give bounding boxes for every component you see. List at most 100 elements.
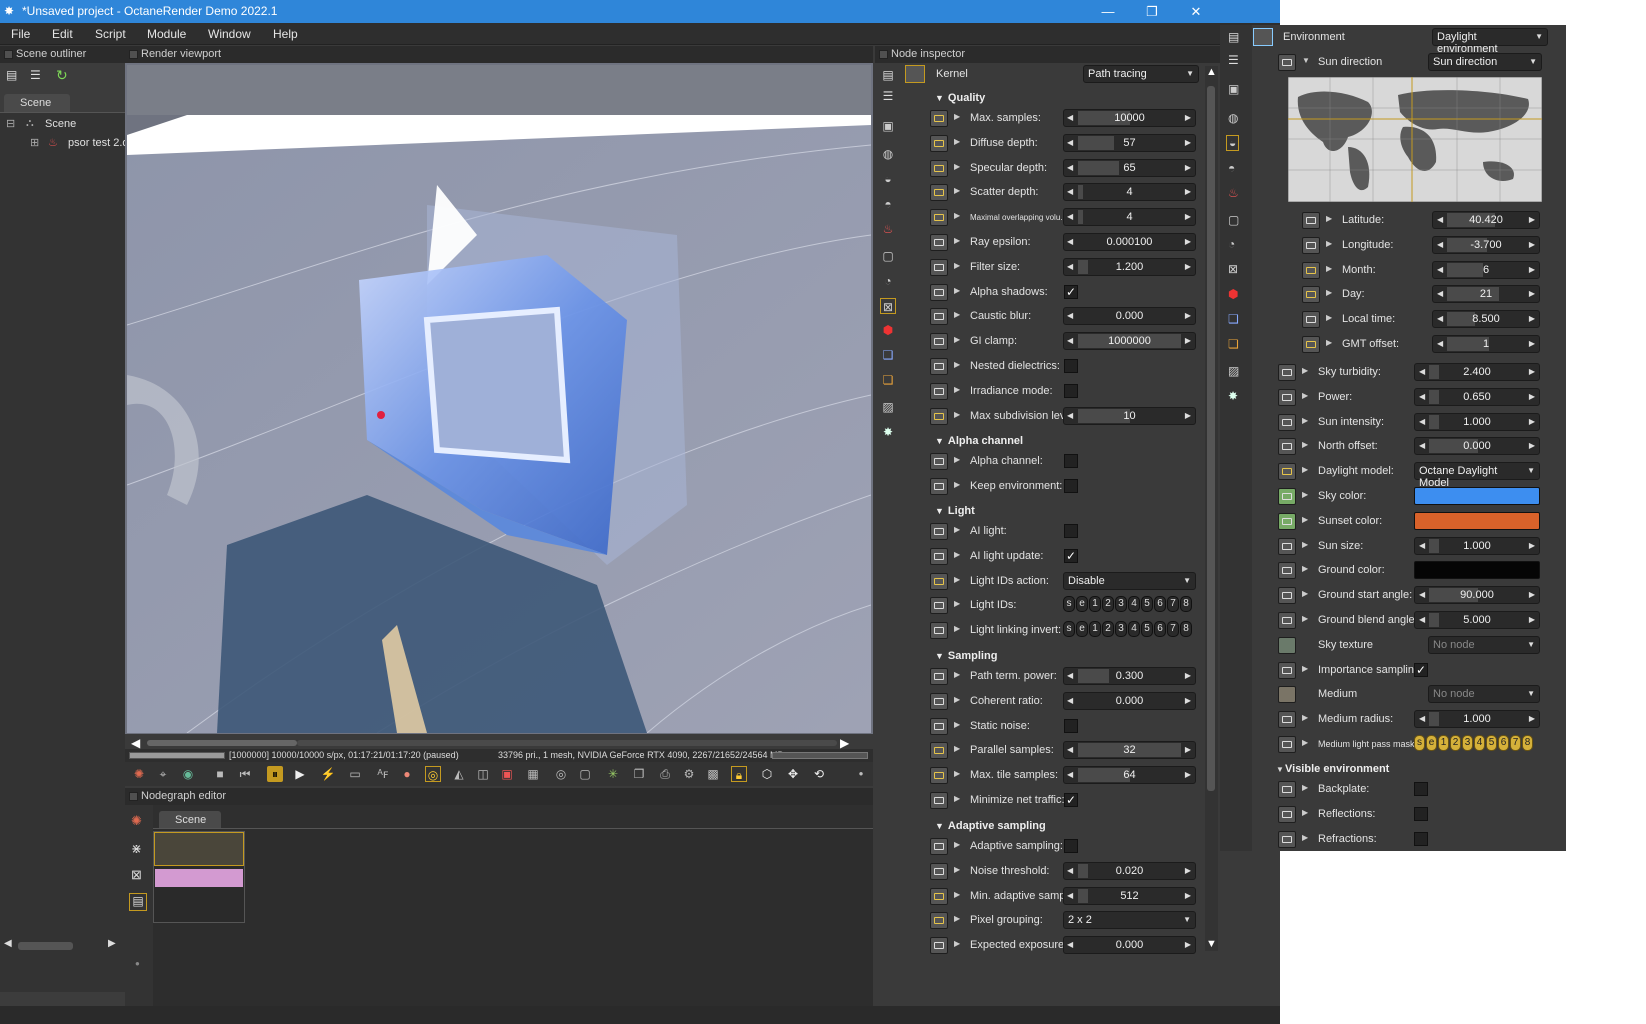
light-pass-toggle[interactable]: 3 xyxy=(1462,735,1473,751)
pin-icon[interactable] xyxy=(930,668,948,685)
clay-icon[interactable]: ▣ xyxy=(499,766,515,782)
pin-icon[interactable] xyxy=(930,453,948,470)
environment-type-dropdown[interactable]: Daylight environment ▼ xyxy=(1432,28,1548,55)
grid-icon[interactable]: ▩ xyxy=(705,766,721,782)
expand-arrow-icon[interactable]: ▶ xyxy=(954,112,960,121)
pin-icon[interactable] xyxy=(1278,537,1296,555)
env-geometry-icon[interactable]: ♨ xyxy=(1228,186,1239,200)
expand-arrow-icon[interactable]: ▶ xyxy=(954,744,960,753)
env-imager-icon[interactable]: ▨ xyxy=(1228,364,1239,378)
pin-icon[interactable] xyxy=(930,358,948,375)
layers-node-icon[interactable]: ❏ xyxy=(880,372,896,388)
pin-icon[interactable] xyxy=(1302,311,1320,329)
pin-icon[interactable] xyxy=(930,283,948,301)
nodegraph-canvas[interactable] xyxy=(153,828,873,1006)
expand-arrow-icon[interactable]: ▶ xyxy=(954,211,960,220)
light-pass-toggle[interactable]: 7 xyxy=(1510,735,1521,751)
render-image[interactable] xyxy=(127,65,871,733)
expand-arrow-icon[interactable]: ▶ xyxy=(954,575,960,584)
pin-icon[interactable] xyxy=(930,382,948,400)
value-field[interactable]: ◀ 21 ▶ xyxy=(1432,285,1540,304)
env-kernel-icon[interactable]: ⊠ xyxy=(1228,262,1238,276)
pin-icon[interactable] xyxy=(930,622,948,640)
tab-scene[interactable]: Scene xyxy=(4,94,70,112)
expand-arrow-icon[interactable]: ▶ xyxy=(1302,713,1308,722)
expand-arrow-icon[interactable]: ▶ xyxy=(954,695,960,704)
section-2-title[interactable]: ▼ Light xyxy=(935,505,975,517)
camera-node-icon[interactable]: ◍ xyxy=(880,146,896,162)
collapse-all-icon[interactable]: ☰ xyxy=(880,88,896,104)
material-picker-icon[interactable]: ◉ xyxy=(180,766,196,782)
expand-arrow-icon[interactable]: ▶ xyxy=(1302,490,1308,499)
expand-arrow-icon[interactable]: ▶ xyxy=(954,794,960,803)
value-field[interactable]: ◀ 0.650 ▶ xyxy=(1414,387,1540,406)
expand-arrow-icon[interactable]: ▶ xyxy=(1302,366,1308,375)
maximize-button[interactable]: ❐ xyxy=(1132,1,1172,22)
pin-icon[interactable] xyxy=(1278,587,1296,605)
pin-icon[interactable] xyxy=(1278,636,1296,654)
env-visible-icon[interactable]: ◓ xyxy=(1228,161,1235,175)
pin-icon[interactable] xyxy=(1278,711,1296,729)
expand-arrow-icon[interactable]: ▶ xyxy=(954,335,960,344)
film-node-icon[interactable]: ▢ xyxy=(880,248,896,264)
light-id-toggle[interactable]: 1 xyxy=(1089,621,1101,638)
image-node-icon[interactable]: ▣ xyxy=(880,118,896,134)
checkbox[interactable] xyxy=(1414,782,1428,796)
sparkle-icon[interactable]: ✳ xyxy=(605,766,621,782)
pin-icon[interactable] xyxy=(1302,236,1320,254)
sun-direction-dropdown[interactable]: Sun direction ▼ xyxy=(1428,53,1542,71)
pin-icon[interactable] xyxy=(930,597,948,615)
light-pass-toggle[interactable]: s xyxy=(1414,735,1425,751)
copy-icon[interactable]: ❐ xyxy=(631,766,647,782)
light-id-toggle[interactable]: 1 xyxy=(1089,596,1101,613)
sun-direction-pin-icon[interactable] xyxy=(1278,54,1296,71)
record-icon[interactable]: ● xyxy=(853,766,869,782)
expand-arrow-icon[interactable]: ▶ xyxy=(954,360,960,369)
value-field[interactable]: ◀ 0.000 ▶ xyxy=(1063,936,1196,955)
animation-node-icon[interactable]: ◔ xyxy=(880,273,896,289)
value-field[interactable]: ◀ 0.000 ▶ xyxy=(1414,437,1540,456)
pin-icon[interactable] xyxy=(930,407,948,425)
light-pass-toggle[interactable]: 6 xyxy=(1498,735,1509,751)
film-icon[interactable]: ▦ xyxy=(525,766,541,782)
env-material-icon[interactable]: ⬢ xyxy=(1228,287,1238,301)
pin-icon[interactable] xyxy=(930,572,948,590)
checkbox[interactable] xyxy=(1064,524,1078,538)
value-field[interactable]: ◀ 0.000 ▶ xyxy=(1063,691,1196,710)
pin-icon[interactable] xyxy=(930,333,948,351)
aperture-icon[interactable]: ◫ xyxy=(475,766,491,782)
pin-icon[interactable] xyxy=(1278,781,1296,798)
value-field[interactable]: ◀ 1000000 ▶ xyxy=(1063,332,1196,351)
env-animation-icon[interactable]: ◔ xyxy=(1228,237,1235,251)
env-expand-icon[interactable]: ▤ xyxy=(1228,30,1239,44)
pin-icon[interactable] xyxy=(1278,364,1296,381)
light-id-toggle[interactable]: 6 xyxy=(1154,596,1166,613)
section-3-title[interactable]: ▼ Sampling xyxy=(935,650,997,662)
light-id-toggle[interactable]: 5 xyxy=(1141,596,1153,613)
light-pass-toggle[interactable]: 1 xyxy=(1438,735,1449,751)
expand-arrow-icon[interactable]: ▶ xyxy=(954,769,960,778)
value-field[interactable]: ◀ 1.000 ▶ xyxy=(1414,536,1540,555)
checkbox[interactable] xyxy=(1064,839,1078,853)
nodegraph-tab-scene[interactable]: Scene xyxy=(159,811,221,828)
env-environment-icon[interactable]: ◒ xyxy=(1226,135,1240,151)
expand-arrow-icon[interactable]: ▶ xyxy=(954,840,960,849)
light-id-toggle[interactable]: 3 xyxy=(1115,596,1127,613)
pin-icon[interactable] xyxy=(1278,488,1296,505)
env-film-icon[interactable]: ▢ xyxy=(1228,213,1239,227)
expand-icon[interactable]: ▤ xyxy=(6,68,17,82)
pin-icon[interactable] xyxy=(930,234,948,251)
expand-arrow-icon[interactable]: ▶ xyxy=(1326,338,1332,347)
expand-arrow-icon[interactable]: ▶ xyxy=(954,550,960,559)
pin-icon[interactable] xyxy=(1278,438,1296,456)
light-id-toggle[interactable]: 2 xyxy=(1102,621,1114,638)
light-pass-toggle[interactable]: 2 xyxy=(1450,735,1461,751)
value-field[interactable]: ◀ 512 ▶ xyxy=(1063,886,1196,905)
realtime-icon[interactable]: ⚡ xyxy=(320,766,336,782)
inspector-scrollbar[interactable]: ▲ ▼ xyxy=(1205,66,1218,951)
tree-item-scene[interactable]: Scene xyxy=(45,118,76,130)
section-1-title[interactable]: ▼ Alpha channel xyxy=(935,435,1023,447)
restart-icon[interactable]: ⏮ xyxy=(237,766,253,782)
start-icon[interactable]: ▶ xyxy=(292,766,308,782)
orbit-icon[interactable]: ⟲ xyxy=(811,766,827,782)
